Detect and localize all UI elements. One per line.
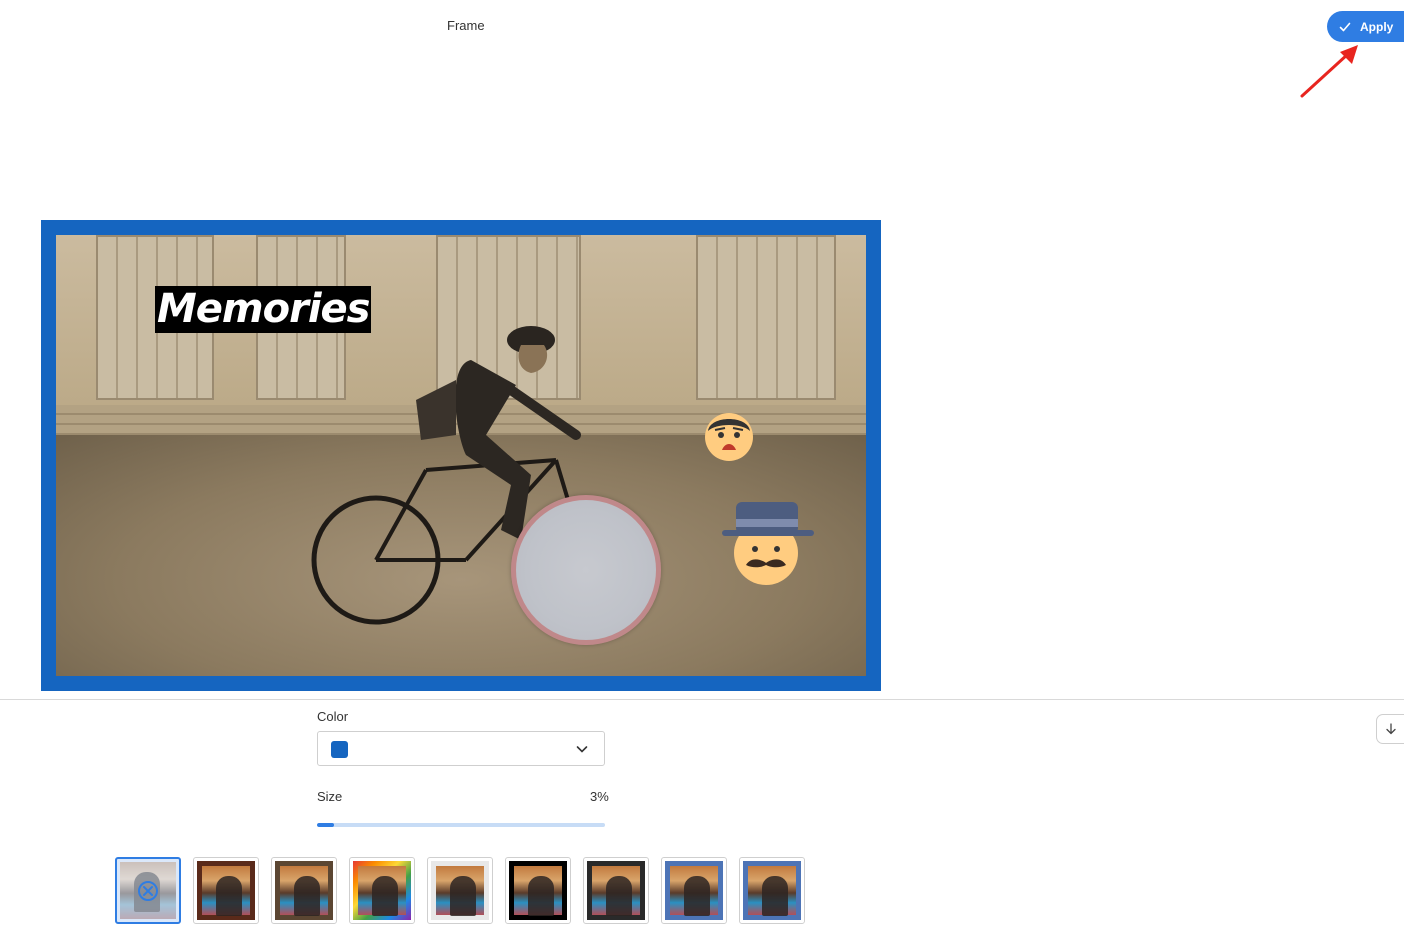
checkmark-icon (1339, 22, 1351, 31)
thumbnail-image (748, 866, 796, 916)
frame-thumbnail-frame-8[interactable] (739, 857, 805, 924)
thumbnail-image (592, 866, 640, 916)
thumbnail-image (358, 866, 406, 916)
frame-thumbnail-frame-4[interactable] (427, 857, 493, 924)
panel-divider (0, 699, 1404, 700)
thumbnail-image (514, 866, 562, 916)
annotation-arrow (1300, 45, 1358, 98)
no-frame-icon (138, 880, 158, 901)
frame-thumbnail-frame-6[interactable] (583, 857, 649, 924)
thumbnail-frame (353, 861, 411, 920)
frame-thumbnail-frame-5[interactable] (505, 857, 571, 924)
memories-text-overlay[interactable]: Memories (155, 286, 372, 333)
thumbnail-frame (275, 861, 333, 920)
frame-thumbnail-none[interactable] (115, 857, 181, 924)
frame-thumbnail-frame-1[interactable] (193, 857, 259, 924)
thumbnail-frame (509, 861, 567, 920)
chevron-down-icon (576, 746, 588, 753)
man-with-hat-sticker[interactable] (720, 497, 816, 589)
frame-thumbnail-frame-3[interactable] (349, 857, 415, 924)
thumbnail-frame (587, 861, 645, 920)
worried-face-sticker[interactable] (700, 409, 758, 463)
thumbnail-frame (743, 861, 801, 920)
thumbnail-frame (665, 861, 723, 920)
photo-canvas[interactable]: Memories (41, 220, 881, 691)
apply-button[interactable]: Apply (1327, 11, 1404, 42)
frame-editor: Frame Apply Memories Color Size 3% (0, 0, 1404, 937)
page-title: Frame (447, 18, 485, 33)
thumbnail-frame (431, 861, 489, 920)
thumbnail-image (202, 866, 250, 916)
door (696, 235, 836, 400)
size-label: Size (317, 789, 343, 804)
size-slider[interactable] (317, 823, 605, 827)
size-slider-fill (317, 823, 335, 827)
blur-circle[interactable] (511, 495, 661, 645)
frame-thumbnail-frame-2[interactable] (271, 857, 337, 924)
color-swatch (331, 741, 348, 758)
photo: Memories (56, 235, 866, 676)
frame-thumbnail-frame-7[interactable] (661, 857, 727, 924)
apply-label: Apply (1360, 19, 1394, 34)
arrow-down-icon (1386, 723, 1396, 735)
scroll-down-button[interactable] (1376, 714, 1404, 744)
thumbnail-frame (197, 861, 255, 920)
thumbnail-image (436, 866, 484, 916)
color-label: Color (317, 709, 349, 724)
size-value: 3% (590, 789, 609, 804)
thumbnail-image (670, 866, 718, 916)
frame-thumbnails (115, 857, 805, 924)
thumbnail-image (280, 866, 328, 916)
color-select[interactable] (317, 731, 605, 766)
